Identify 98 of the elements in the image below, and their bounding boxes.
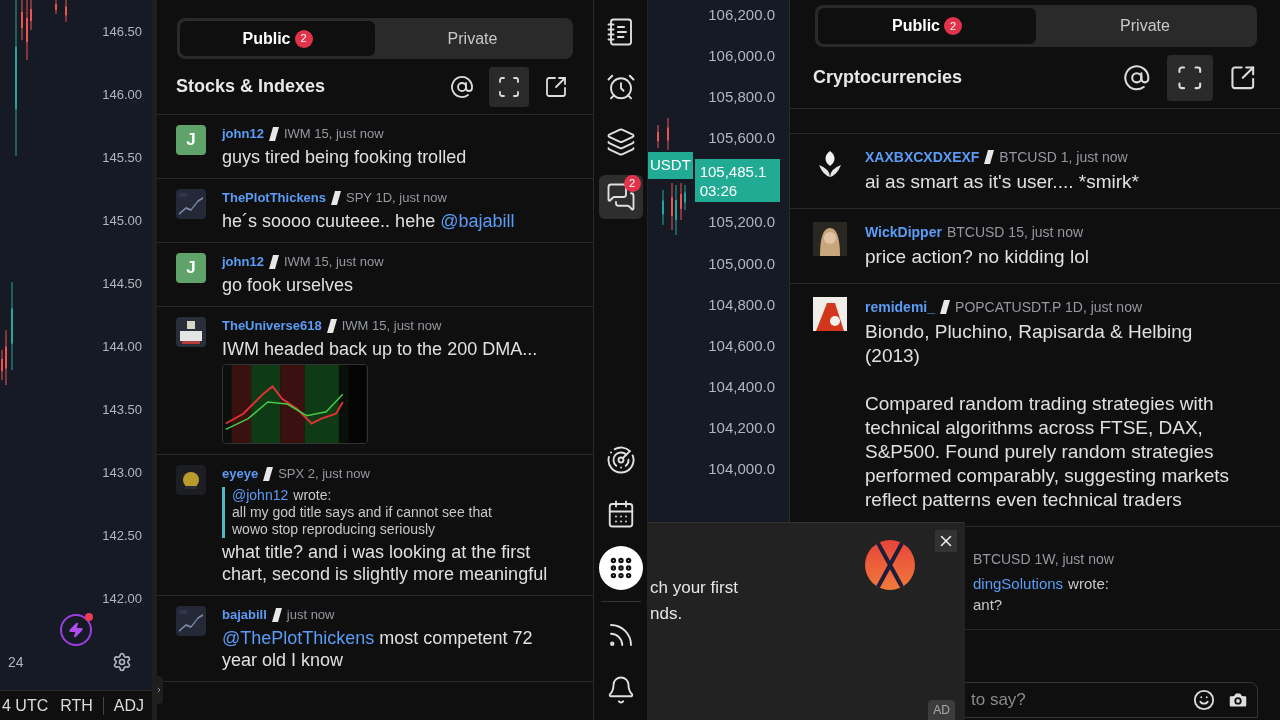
price-label: 104,400.0 xyxy=(708,377,775,398)
message-text: ai as smart as it's user.... *smirk* xyxy=(865,170,1139,194)
quote-text: all my god title says and if cannot see that wowo stop reproducing seriously xyxy=(232,504,493,538)
username[interactable]: TheUniverse618 xyxy=(222,316,322,336)
price-label: 105,000.0 xyxy=(708,253,775,274)
price-label: 104,800.0 xyxy=(708,294,775,315)
price-label: 106,000.0 xyxy=(708,46,775,67)
ad-badge: AD xyxy=(928,700,955,720)
chat-tab[interactable]: Public 2 xyxy=(818,8,1036,44)
chat-tab[interactable]: Private xyxy=(375,21,570,56)
settings-icon[interactable] xyxy=(112,652,132,672)
username[interactable]: john12 xyxy=(222,124,264,144)
fullscreen-button[interactable] xyxy=(1167,54,1213,101)
username[interactable]: bajabill xyxy=(222,605,267,625)
message-meta: IWM 15, just now xyxy=(341,317,442,336)
logo-icon xyxy=(864,539,916,591)
radar-icon xyxy=(605,445,636,475)
message-text: what title? and i was looking at the first chart, second is slightly more meaningful xyxy=(222,541,549,585)
emoji-icon[interactable] xyxy=(1193,689,1215,711)
mention-link[interactable]: @bajabill xyxy=(440,211,515,231)
price-label: 105,800.0 xyxy=(708,87,775,108)
price-label: 146.50 xyxy=(102,22,142,41)
avatar: J xyxy=(176,125,206,155)
message-meta: just now xyxy=(286,606,335,625)
mention-link[interactable]: @john12 xyxy=(232,487,289,504)
message-text: go fook urselves xyxy=(222,274,355,296)
username[interactable]: XAXBXCXDXEXF xyxy=(865,146,980,168)
symbol-tag: USDT xyxy=(648,152,693,179)
chart-setting[interactable]: ADJ xyxy=(113,693,145,718)
mention-icon xyxy=(450,74,474,99)
time-label: 24 xyxy=(8,652,24,672)
message-text: price action? no kidding lol xyxy=(865,245,1089,269)
chat-tab[interactable]: Public 2 xyxy=(180,21,375,56)
message-text: Biondo, Pluchino, Rapisarda & Helbing (2013) Compared random trading strategies with technical algorithms across FTSE, DAX, S&P500. Found purely random strategies performed comparably, suggesting markets reflect patterns even technical traders xyxy=(865,320,1230,512)
price-label: 106,200.0 xyxy=(708,5,775,26)
avatar: J xyxy=(176,253,206,283)
message-meta: IWM 15, just now xyxy=(283,125,384,144)
price-label: 143.00 xyxy=(102,463,142,482)
price-label: 142.00 xyxy=(102,589,142,608)
message-meta: BTCUSD 1W, just now xyxy=(973,549,1114,569)
price-label: 143.50 xyxy=(102,400,142,419)
message-meta: POPCATUSDT.P 1D, just now xyxy=(955,297,1143,317)
price-label: 146.00 xyxy=(102,85,142,104)
close-button[interactable] xyxy=(935,530,957,552)
price-label: 145.50 xyxy=(102,148,142,167)
fullscreen-button[interactable] xyxy=(489,66,529,107)
message-meta: SPY 1D, just now xyxy=(346,189,447,208)
message-field[interactable]: to say? xyxy=(971,687,1193,713)
lightning-icon[interactable] xyxy=(60,614,92,646)
room-title: Stocks & Indexes xyxy=(176,75,326,98)
count-badge: 2 xyxy=(294,29,313,48)
fullscreen-icon xyxy=(497,74,521,99)
username[interactable]: john12 xyxy=(222,252,264,272)
message-meta: SPX 2, just now xyxy=(278,465,370,484)
price-label: 142.50 xyxy=(102,526,142,545)
price-label: 144.50 xyxy=(102,274,142,293)
quote-label: wrote: xyxy=(1068,574,1109,594)
message-text: guys tired being fooking trolled xyxy=(222,146,467,168)
message-meta: IWM 15, just now xyxy=(283,253,384,272)
alarm-clock-icon xyxy=(605,72,636,102)
price-label: 144.00 xyxy=(102,337,142,356)
chart-setting[interactable]: 4 UTC xyxy=(2,693,49,718)
chart-setting[interactable]: RTH xyxy=(60,693,93,718)
quote-label: wrote: xyxy=(293,487,332,504)
price-label: 145.00 xyxy=(102,211,142,230)
username[interactable]: remidemi_ xyxy=(865,296,936,318)
apps-button[interactable] xyxy=(598,546,643,590)
collapse-handle[interactable] xyxy=(155,676,163,704)
message-text: he´s soooo cuuteee.. hehe @bajabill xyxy=(222,210,515,232)
ad-text: nds. xyxy=(650,603,684,625)
ad-text: ch your first xyxy=(650,577,738,599)
chat-button[interactable]: 2 xyxy=(598,175,643,219)
price-label: 105,200.0 xyxy=(708,212,775,233)
room-title: Cryptocurrencies xyxy=(813,66,963,89)
username[interactable]: ThePlotThickens xyxy=(222,188,327,208)
fullscreen-icon xyxy=(1176,63,1204,92)
price-label: 104,600.0 xyxy=(708,335,775,356)
message-text: @ThePlotThickens most competent 72 year old I know xyxy=(222,627,534,671)
price-label: 104,000.0 xyxy=(708,459,775,480)
price-label: 104,200.0 xyxy=(708,418,775,439)
last-price: 105,485.1 xyxy=(699,161,768,181)
username[interactable]: eyeye xyxy=(222,464,259,484)
mention-link[interactable]: dingSolutions xyxy=(973,573,1064,594)
layers-icon xyxy=(605,127,636,157)
count-badge: 2 xyxy=(623,175,641,192)
mention-link[interactable]: @ThePlotThickens xyxy=(222,628,375,648)
bar-countdown: 03:26 xyxy=(699,180,739,200)
quote-text: ant? xyxy=(973,595,1004,615)
price-label: 105,600.0 xyxy=(708,128,775,149)
message-text: IWM headed back up to the 200 DMA... xyxy=(222,338,538,360)
message-meta: BTCUSD 1, just now xyxy=(999,147,1128,167)
popout-icon xyxy=(1229,63,1257,92)
message-meta: BTCUSD 15, just now xyxy=(946,222,1084,242)
popout-icon xyxy=(544,74,568,99)
chat-tab[interactable]: Private xyxy=(1036,8,1254,44)
username[interactable]: WickDipper xyxy=(865,221,942,243)
count-badge: 2 xyxy=(944,17,962,35)
mention-icon xyxy=(1123,63,1151,92)
